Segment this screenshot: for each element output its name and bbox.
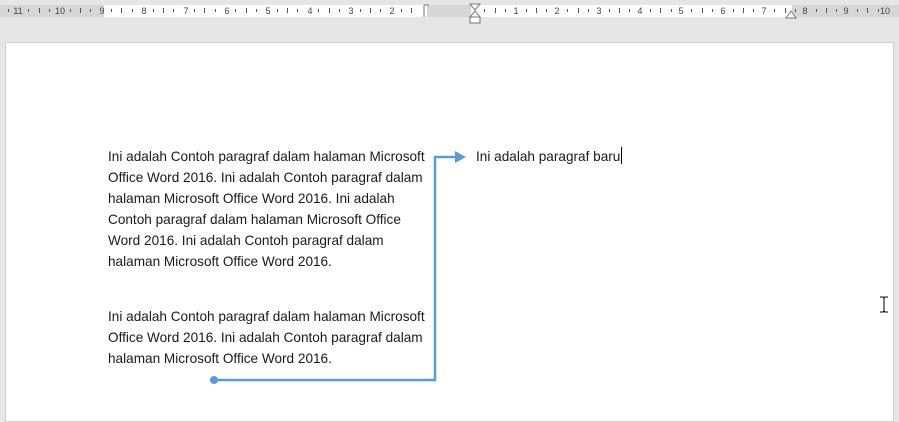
ruler-column-gap[interactable] [427,5,471,17]
ruler-tick [132,9,133,12]
ruler-tick [536,8,537,13]
ruler-number: 1 [513,6,519,16]
ruler-tick [857,9,858,12]
ruler-number: 2 [389,6,395,16]
ruler-tick [753,9,754,12]
ruler-number: 9 [843,6,849,16]
ruler-tick [39,8,40,13]
ruler-tick [277,9,278,12]
ruler-tick [297,9,298,12]
ruler-tick [173,9,174,12]
ruler-tick [526,9,527,12]
ruler-tick [629,9,630,12]
ruler-tick [318,9,319,12]
ruler-tick [484,9,485,12]
ruler-number: 3 [348,6,354,16]
ruler-tick [287,8,288,13]
ruler-tick [733,9,734,12]
ruler-number: 7 [183,6,189,16]
ruler-tick [836,9,837,12]
ruler-tick [28,9,29,12]
ruler-tick [619,8,620,13]
ruler-number: 6 [720,6,726,16]
ruler-tick [370,8,371,13]
ruler-number: 3 [596,6,602,16]
ruler-tick [401,9,402,12]
i-beam-cursor-icon [880,296,888,313]
paragraph-2[interactable]: Ini adalah Contoh paragraf dalam halaman… [108,306,430,369]
ruler-tick [546,9,547,12]
ruler-tick [609,9,610,12]
ruler-tick [194,9,195,12]
ruler-tick [215,9,216,12]
ruler-tick [49,9,50,12]
ruler-tick [588,9,589,12]
hanging-indent-marker-icon[interactable] [468,2,482,24]
ruler-tick [774,9,775,12]
ruler-tick [329,8,330,13]
ruler-tick [121,8,122,13]
ruler-tick [816,9,817,12]
ruler-number: 2 [554,6,560,16]
ruler-number: 10 [879,6,891,16]
ruler-tick [153,9,154,12]
ruler-tick [578,8,579,13]
ruler-number: 4 [637,6,643,16]
ruler-number: 8 [802,6,808,16]
ruler-tick [256,9,257,12]
ruler-tick [339,9,340,12]
left-indent-marker-icon[interactable] [420,3,432,19]
ruler-tick [826,8,827,13]
ruler-tick [380,9,381,12]
ruler-number: 6 [224,6,230,16]
ruler-number: 8 [141,6,147,16]
ruler-number: 5 [678,6,684,16]
horizontal-ruler[interactable]: 11 10 9 8 7 6 5 4 3 2 1 2 3 4 5 6 7 8 9 … [0,0,899,26]
ruler-tick [111,9,112,12]
ruler-tick [411,8,412,13]
ruler-tick [163,8,164,13]
text-caret [621,147,623,164]
ruler-tick [505,9,506,12]
ruler-tick [495,8,496,13]
ruler-number: 5 [265,6,271,16]
ruler-number: 4 [307,6,313,16]
ruler-tick [246,8,247,13]
ruler-tick [691,9,692,12]
ruler-number: 11 [13,6,23,16]
ruler-tick [8,9,9,12]
ruler-tick [204,8,205,13]
paragraph-1[interactable]: Ini adalah Contoh paragraf dalam halaman… [108,146,430,272]
right-indent-marker-icon[interactable] [784,8,798,20]
ruler-tick [660,8,661,13]
ruler-tick [70,9,71,12]
ruler-tick [878,9,879,12]
ruler-tick [80,8,81,13]
ruler-number: 10 [54,6,66,16]
ruler-tick [90,9,91,12]
new-paragraph-text: Ini adalah paragraf baru [476,149,621,164]
ruler-tick [235,9,236,12]
ruler-tick [650,9,651,12]
new-paragraph[interactable]: Ini adalah paragraf baru [476,146,623,167]
ruler-number: 7 [761,6,767,16]
ruler-tick [671,9,672,12]
ruler-tick [867,8,868,13]
ruler-tick [702,8,703,13]
ruler-tick [743,8,744,13]
ruler-tick [360,9,361,12]
ruler-number: 9 [99,6,105,16]
ruler-tick [712,9,713,12]
ruler-tick [567,9,568,12]
